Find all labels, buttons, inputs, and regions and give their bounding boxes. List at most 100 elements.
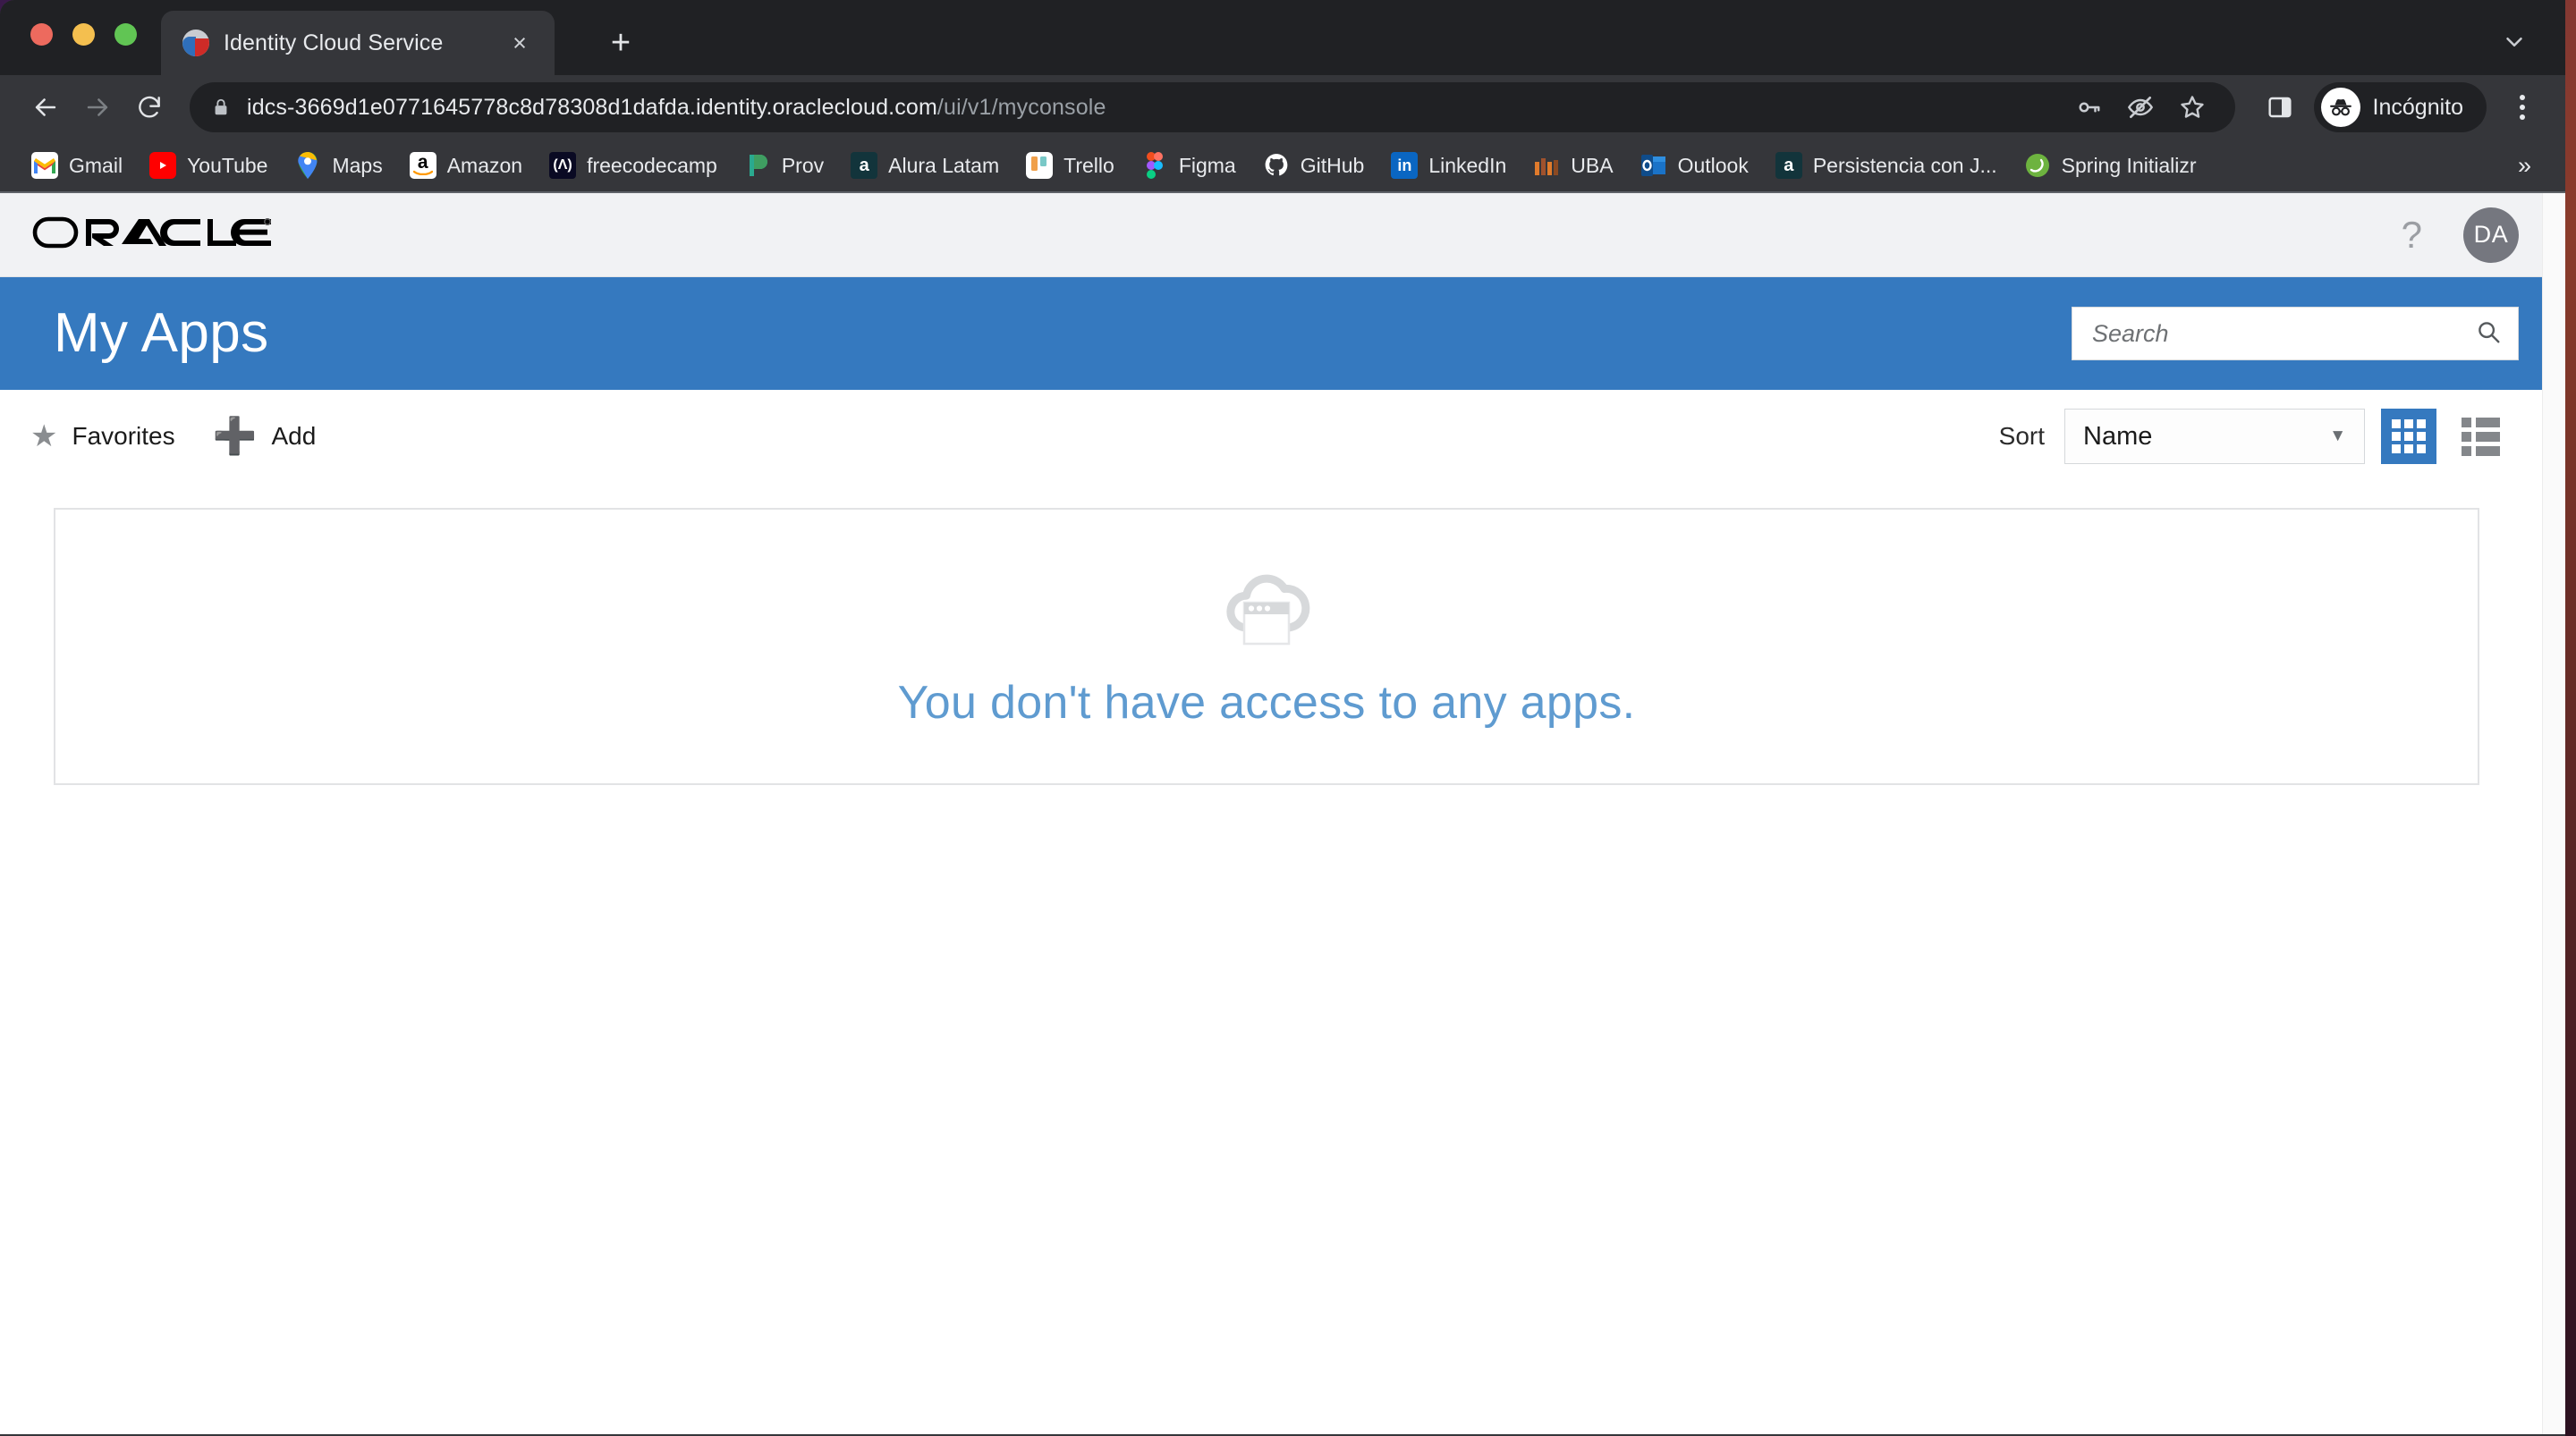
avatar[interactable]: DA bbox=[2463, 207, 2519, 263]
side-panel-icon[interactable] bbox=[2257, 84, 2303, 131]
youtube-icon bbox=[149, 152, 177, 179]
close-window-button[interactable] bbox=[30, 23, 53, 46]
browser-tab[interactable]: Identity Cloud Service × bbox=[161, 11, 555, 75]
oracle-idcs-icon bbox=[182, 30, 209, 56]
bookmark-outlook[interactable]: Outlook bbox=[1629, 146, 1760, 185]
bookmark-linkedin[interactable]: in LinkedIn bbox=[1379, 146, 1518, 185]
trello-icon bbox=[1026, 152, 1054, 179]
new-tab-button[interactable]: + bbox=[597, 20, 644, 66]
bookmark-label: Figma bbox=[1178, 153, 1236, 177]
amazon-icon: a bbox=[409, 152, 436, 179]
prov-icon bbox=[744, 152, 771, 179]
page-scrollbar[interactable] bbox=[2542, 193, 2565, 1434]
list-view-icon bbox=[2461, 417, 2500, 456]
apps-toolbar: ★ Favorites ➕ Add Sort Name ▼ bbox=[0, 390, 2565, 483]
bookmark-freecodecamp[interactable]: (Λ) freecodecamp bbox=[538, 146, 729, 185]
bookmark-prov[interactable]: Prov bbox=[733, 146, 835, 185]
sort-select[interactable]: Name ▼ bbox=[2064, 409, 2365, 464]
sort-value: Name bbox=[2083, 421, 2153, 451]
browser-toolbar: idcs-3669d1e0771645778c8d78308d1dafda.id… bbox=[0, 75, 2565, 139]
maximize-window-button[interactable] bbox=[114, 23, 137, 46]
eye-slash-icon[interactable] bbox=[2117, 84, 2164, 131]
github-icon bbox=[1263, 152, 1290, 179]
bookmark-label: Persistencia con J... bbox=[1812, 153, 1997, 177]
bookmark-label: Prov bbox=[781, 153, 825, 177]
bookmark-amazon[interactable]: a Amazon bbox=[398, 146, 534, 185]
minimize-window-button[interactable] bbox=[72, 23, 95, 46]
plus-icon: ➕ bbox=[212, 417, 258, 456]
close-tab-button[interactable]: × bbox=[503, 26, 537, 60]
outlook-icon bbox=[1640, 152, 1667, 179]
omnibox-actions bbox=[2049, 84, 2216, 131]
figma-icon bbox=[1141, 152, 1168, 179]
bookmark-gmail[interactable]: Gmail bbox=[20, 146, 134, 185]
bookmark-label: Outlook bbox=[1677, 153, 1749, 177]
google-maps-icon bbox=[294, 152, 321, 179]
lock-icon bbox=[209, 96, 233, 119]
empty-state-message: You don't have access to any apps. bbox=[897, 677, 1636, 729]
favorites-button[interactable]: ★ Favorites bbox=[30, 421, 175, 452]
bookmark-trello[interactable]: Trello bbox=[1014, 146, 1126, 185]
kebab-menu-icon[interactable] bbox=[2499, 84, 2546, 131]
bookmark-spring-initializr[interactable]: Spring Initializr bbox=[2012, 146, 2208, 185]
bookmark-label: UBA bbox=[1571, 153, 1614, 177]
grid-view-button[interactable] bbox=[2381, 409, 2436, 464]
address-bar[interactable]: idcs-3669d1e0771645778c8d78308d1dafda.id… bbox=[190, 82, 2235, 132]
bookmarks-overflow-button[interactable]: » bbox=[2504, 147, 2546, 185]
cloud-app-icon bbox=[1217, 563, 1316, 653]
url-text: idcs-3669d1e0771645778c8d78308d1dafda.id… bbox=[247, 95, 1106, 121]
search-box[interactable] bbox=[2072, 307, 2519, 360]
bookmark-label: Gmail bbox=[69, 153, 123, 177]
bookmark-label: YouTube bbox=[187, 153, 268, 177]
chevron-down-icon[interactable] bbox=[2494, 21, 2535, 63]
key-icon[interactable] bbox=[2065, 84, 2112, 131]
sort-label: Sort bbox=[1998, 422, 2045, 450]
incognito-icon bbox=[2320, 88, 2360, 127]
bookmark-maps[interactable]: Maps bbox=[283, 146, 394, 185]
bookmark-label: Trello bbox=[1063, 153, 1114, 177]
bookmark-label: Maps bbox=[332, 153, 383, 177]
freecodecamp-icon: (Λ) bbox=[549, 152, 577, 179]
favorites-label: Favorites bbox=[72, 422, 175, 450]
bookmark-label: Spring Initializr bbox=[2061, 153, 2197, 177]
spring-icon bbox=[2024, 152, 2051, 179]
bookmark-youtube[interactable]: YouTube bbox=[138, 146, 279, 185]
url-path: /ui/v1/myconsole bbox=[936, 94, 1106, 120]
forward-arrow-icon[interactable] bbox=[72, 81, 123, 133]
help-icon[interactable]: ? bbox=[2402, 215, 2422, 254]
bookmark-label: Alura Latam bbox=[888, 153, 1000, 177]
tab-title: Identity Cloud Service bbox=[224, 30, 444, 55]
bookmark-figma[interactable]: Figma bbox=[1130, 146, 1248, 185]
star-icon[interactable] bbox=[2169, 84, 2216, 131]
grid-view-icon bbox=[2392, 419, 2426, 453]
bookmark-persistencia-con-j[interactable]: a Persistencia con J... bbox=[1764, 146, 2009, 185]
search-input[interactable] bbox=[2092, 319, 2475, 348]
page-content: ? DA My Apps ★ Favorites ➕ Add bbox=[0, 193, 2565, 1434]
url-host: idcs-3669d1e0771645778c8d78308d1dafda.id… bbox=[247, 94, 937, 120]
oracle-header: ? DA bbox=[0, 193, 2565, 277]
bookmark-alura-latam[interactable]: a Alura Latam bbox=[839, 146, 1011, 185]
profile-label: Incógnito bbox=[2372, 94, 2463, 120]
profile-incognito-chip[interactable]: Incógnito bbox=[2313, 82, 2487, 132]
bookmark-github[interactable]: GitHub bbox=[1251, 146, 1377, 185]
alura-icon: a bbox=[851, 152, 878, 179]
bookmark-label: GitHub bbox=[1300, 153, 1365, 177]
list-view-button[interactable] bbox=[2453, 409, 2508, 464]
star-icon: ★ bbox=[30, 419, 58, 453]
toolbar-right: Incógnito bbox=[2257, 82, 2546, 132]
bookmark-label: Amazon bbox=[446, 153, 523, 177]
gmail-icon bbox=[31, 152, 58, 179]
reload-icon[interactable] bbox=[123, 81, 175, 133]
browser-window: Identity Cloud Service × + idcs-3669d1e0… bbox=[0, 0, 2565, 1436]
search-icon[interactable] bbox=[2475, 318, 2502, 350]
add-button[interactable]: ➕ Add bbox=[212, 417, 317, 456]
window-controls bbox=[30, 23, 137, 46]
uba-icon bbox=[1533, 152, 1560, 179]
apps-content-card: You don't have access to any apps. bbox=[54, 508, 2479, 785]
back-arrow-icon[interactable] bbox=[20, 81, 72, 133]
tab-strip: Identity Cloud Service × + bbox=[0, 0, 2565, 75]
bookmark-uba[interactable]: UBA bbox=[1521, 146, 1624, 185]
chevron-down-icon: ▼ bbox=[2329, 427, 2346, 445]
apps-toolbar-right: Sort Name ▼ bbox=[1999, 409, 2508, 464]
bookmarks-bar: Gmail YouTube Maps a Amazon (Λ) freecode… bbox=[0, 139, 2565, 193]
